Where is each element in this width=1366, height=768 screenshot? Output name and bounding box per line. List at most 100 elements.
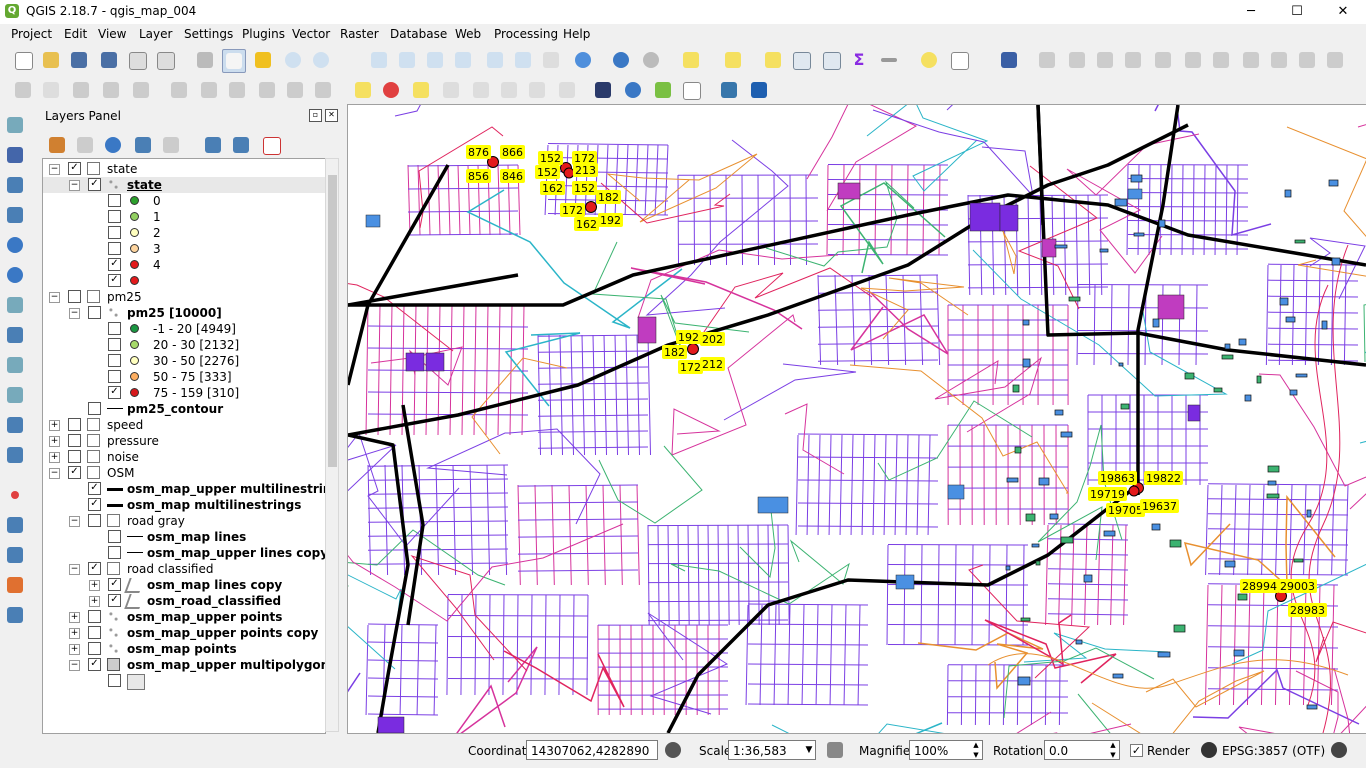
add-raster-icon[interactable] [4,144,26,166]
maximize-button[interactable]: ☐ [1274,0,1320,24]
digitize-tool-8-icon[interactable] [1296,49,1318,71]
add-group-icon[interactable] [74,134,96,156]
label-pin-icon[interactable] [440,79,462,101]
collapse-icon[interactable]: − [69,564,80,575]
layer-visibility-checkbox[interactable] [108,674,121,687]
delete-selected-icon[interactable] [198,79,220,101]
layer-visibility-checkbox[interactable]: ✓ [88,562,101,575]
composer-manager-icon[interactable] [154,49,176,71]
statistics-sigma-icon[interactable]: Σ [848,49,870,71]
layer-visibility-checkbox[interactable] [88,610,101,623]
r-gis-icon[interactable] [748,79,770,101]
new-shapefile-icon[interactable] [4,514,26,536]
zoom-native-icon[interactable] [452,49,474,71]
coordinate-field[interactable]: 14307062,4282890 [526,740,658,760]
label-abc-icon[interactable] [352,79,374,101]
layer-row[interactable]: + osm_map_upper points [43,609,325,625]
add-vector-icon[interactable] [4,114,26,136]
layer-row[interactable]: pm25_contour [43,401,325,417]
expand-icon[interactable]: + [49,420,60,431]
cut-icon[interactable] [256,79,278,101]
layer-visibility-checkbox[interactable] [108,226,121,239]
move-feature-icon[interactable] [130,79,152,101]
layer-row[interactable]: − ✓ osm_map_upper multipolygons [43,657,325,673]
menu-help[interactable]: Help [563,27,590,41]
label-move-icon[interactable] [498,79,520,101]
select-by-expression-icon[interactable] [722,49,744,71]
layer-row[interactable]: ✓ 75 - 159 [310] [43,385,325,401]
grass-tools-icon[interactable] [592,79,614,101]
layer-row[interactable]: 1 [43,209,325,225]
add-spatialite-icon[interactable] [4,204,26,226]
layer-row[interactable]: − ✓ state [43,161,325,177]
digitize-tool-9-icon[interactable] [1324,49,1346,71]
collapse-icon[interactable]: − [49,164,60,175]
help-whats-this-icon[interactable] [998,49,1020,71]
collapse-icon[interactable]: − [69,516,80,527]
refresh-icon[interactable] [572,49,594,71]
zoom-in-icon[interactable] [282,49,304,71]
collapse-icon[interactable]: − [49,468,60,479]
new-spatialite-icon[interactable] [4,544,26,566]
layer-visibility-checkbox[interactable] [108,530,121,543]
field-calculator-icon[interactable] [820,49,842,71]
layer-visibility-checkbox[interactable] [68,434,81,447]
digitize-tool-5-icon[interactable] [1210,49,1232,71]
zoom-last-icon[interactable] [484,49,506,71]
scale-lock-icon[interactable] [824,739,846,761]
add-oracle-icon[interactable] [4,384,26,406]
new-temp-layer-icon[interactable] [4,604,26,626]
layer-row[interactable]: + osm_map_upper points copy [43,625,325,641]
layer-visibility-checkbox[interactable]: ✓ [68,466,81,479]
menu-settings[interactable]: Settings [184,27,233,41]
panel-float-icon[interactable]: ▫ [309,109,322,122]
layer-visibility-checkbox[interactable] [108,546,121,559]
layer-row[interactable]: − ✓ state [43,177,325,193]
messages-icon[interactable] [1328,739,1350,761]
expand-icon[interactable]: + [69,628,80,639]
filter-expression-icon[interactable] [160,134,182,156]
new-project-icon[interactable] [12,49,34,71]
node-tool-icon[interactable] [168,79,190,101]
open-project-icon[interactable] [40,49,62,71]
digitize-tool-3-icon[interactable] [1152,49,1174,71]
panel-close-icon[interactable]: ✕ [325,109,338,122]
layer-visibility-checkbox[interactable]: ✓ [108,274,121,287]
measure-icon[interactable] [878,49,900,71]
digitize-tool-4-icon[interactable] [1182,49,1204,71]
layer-row[interactable]: osm_map lines [43,529,325,545]
zoom-layer-icon[interactable] [424,49,446,71]
layer-visibility-checkbox[interactable]: ✓ [108,578,121,591]
crs-status[interactable]: EPSG:3857 (OTF) [1222,744,1325,758]
touch-icon[interactable] [194,49,216,71]
close-button[interactable]: ✕ [1320,0,1366,24]
digitize-tool-2-icon[interactable] [1066,49,1088,71]
zoom-full-icon[interactable] [368,49,390,71]
copy-icon[interactable] [284,79,306,101]
scale-dropdown-icon[interactable]: ▼ [802,740,816,760]
expand-icon[interactable]: + [69,612,80,623]
layer-row[interactable]: ✓ [43,273,325,289]
add-mssql-icon[interactable] [4,414,26,436]
layer-visibility-checkbox[interactable] [88,626,101,639]
add-feature-icon[interactable] [100,79,122,101]
save-edits-icon[interactable] [70,79,92,101]
trash-icon[interactable] [226,79,248,101]
current-edits-icon[interactable] [12,79,34,101]
digitize-tool-6-icon[interactable] [1240,49,1262,71]
text-annotation-icon[interactable] [948,49,970,71]
add-virtual-icon[interactable] [4,354,26,376]
layer-row[interactable]: + ✓ osm_map lines copy [43,577,325,593]
layer-visibility-checkbox[interactable] [88,402,101,415]
remove-layer-icon[interactable] [260,134,282,156]
layer-visibility-checkbox[interactable] [88,514,101,527]
layer-row[interactable]: 0 [43,193,325,209]
layer-row[interactable]: -1 - 20 [4949] [43,321,325,337]
pan-to-selection-icon[interactable] [252,49,274,71]
layer-visibility-checkbox[interactable] [108,194,121,207]
save-as-icon[interactable] [98,49,120,71]
run-action-icon[interactable] [640,49,662,71]
map-tips-icon[interactable] [918,49,940,71]
identify-icon[interactable] [610,49,632,71]
menu-layer[interactable]: Layer [139,27,172,41]
